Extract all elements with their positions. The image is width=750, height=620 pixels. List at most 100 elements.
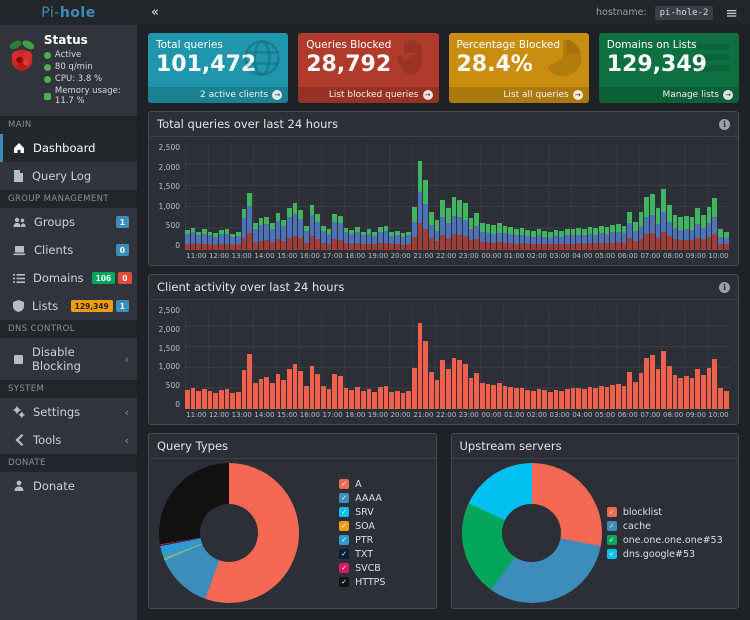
chart-bar[interactable] bbox=[627, 306, 632, 409]
info-icon[interactable]: i bbox=[719, 119, 730, 130]
chart-bar[interactable] bbox=[276, 143, 281, 250]
chart-bar[interactable] bbox=[616, 143, 621, 250]
legend-item[interactable]: ✓SOA bbox=[339, 521, 385, 532]
chart-bar[interactable] bbox=[435, 143, 440, 250]
chart-bar[interactable] bbox=[622, 143, 627, 250]
chart-bar[interactable] bbox=[712, 143, 717, 250]
chart-bar[interactable] bbox=[247, 143, 252, 250]
chart-bar[interactable] bbox=[191, 143, 196, 250]
chart-bar[interactable] bbox=[429, 306, 434, 409]
chart-bar[interactable] bbox=[599, 143, 604, 250]
sidebar-item-groups[interactable]: Groups 1 bbox=[0, 208, 137, 236]
chart-bar[interactable] bbox=[196, 143, 201, 250]
chart-bar[interactable] bbox=[605, 306, 610, 409]
chart-bar[interactable] bbox=[418, 306, 423, 409]
chart-bar[interactable] bbox=[412, 143, 417, 250]
chart-bar[interactable] bbox=[639, 143, 644, 250]
chart-bar[interactable] bbox=[565, 143, 570, 250]
chart-bar[interactable] bbox=[469, 306, 474, 409]
chart-bar[interactable] bbox=[520, 306, 525, 409]
chart-bar[interactable] bbox=[332, 143, 337, 250]
chart-bar[interactable] bbox=[202, 306, 207, 409]
chart-bar[interactable] bbox=[355, 306, 360, 409]
chart-bar[interactable] bbox=[491, 143, 496, 250]
manage-lists-link[interactable]: Manage lists→ bbox=[599, 87, 739, 103]
chart-bar[interactable] bbox=[213, 306, 218, 409]
legend-item[interactable]: ✓cache bbox=[607, 521, 723, 532]
chart-bar[interactable] bbox=[582, 143, 587, 250]
chart-bar[interactable] bbox=[349, 306, 354, 409]
chart-bar[interactable] bbox=[644, 143, 649, 250]
app-logo[interactable]: Pi-hole bbox=[0, 0, 137, 25]
chart-bar[interactable] bbox=[463, 306, 468, 409]
query-types-donut[interactable] bbox=[159, 463, 299, 603]
chart-bar[interactable] bbox=[395, 306, 400, 409]
chart-bar[interactable] bbox=[423, 306, 428, 409]
chart-bar[interactable] bbox=[270, 143, 275, 250]
sidebar-item-lists[interactable]: Lists 129,349 1 bbox=[0, 292, 137, 320]
chart-bar[interactable] bbox=[315, 306, 320, 409]
chart-bar[interactable] bbox=[503, 143, 508, 250]
chart-bar[interactable] bbox=[588, 306, 593, 409]
chart-bar[interactable] bbox=[724, 306, 729, 409]
chart-bar[interactable] bbox=[230, 143, 235, 250]
legend-item[interactable]: ✓A bbox=[339, 479, 385, 490]
chart-bar[interactable] bbox=[656, 306, 661, 409]
chart-bar[interactable] bbox=[327, 143, 332, 250]
chart-bar[interactable] bbox=[378, 143, 383, 250]
chart-bar[interactable] bbox=[474, 306, 479, 409]
chart-bar[interactable] bbox=[610, 143, 615, 250]
chart-bar[interactable] bbox=[384, 306, 389, 409]
chart-bar[interactable] bbox=[247, 306, 252, 409]
chart-bar[interactable] bbox=[446, 306, 451, 409]
chart-bar[interactable] bbox=[542, 143, 547, 250]
chart-bar[interactable] bbox=[718, 306, 723, 409]
active-clients-link[interactable]: 2 active clients→ bbox=[148, 87, 288, 103]
blocked-queries-link[interactable]: List blocked queries→ bbox=[298, 87, 438, 103]
chart-bar[interactable] bbox=[253, 143, 258, 250]
legend-item[interactable]: ✓TXT bbox=[339, 549, 385, 560]
chart-bar[interactable] bbox=[656, 143, 661, 250]
legend-item[interactable]: ✓dns.google#53 bbox=[607, 549, 723, 560]
chart-bar[interactable] bbox=[650, 306, 655, 409]
chart-bar[interactable] bbox=[191, 306, 196, 409]
chart-bar[interactable] bbox=[480, 306, 485, 409]
chart-bar[interactable] bbox=[616, 306, 621, 409]
chart-bar[interactable] bbox=[463, 143, 468, 250]
chart-bar[interactable] bbox=[406, 143, 411, 250]
chart-bar[interactable] bbox=[452, 306, 457, 409]
chart-bar[interactable] bbox=[429, 143, 434, 250]
chart-bar[interactable] bbox=[236, 306, 241, 409]
chart-bar[interactable] bbox=[389, 306, 394, 409]
chart-bar[interactable] bbox=[525, 306, 530, 409]
chart-bar[interactable] bbox=[588, 143, 593, 250]
chart-bar[interactable] bbox=[695, 306, 700, 409]
chart-bar[interactable] bbox=[401, 306, 406, 409]
chart-bar[interactable] bbox=[367, 306, 372, 409]
chart-bar[interactable] bbox=[276, 306, 281, 409]
chart-bar[interactable] bbox=[298, 143, 303, 250]
chart-bar[interactable] bbox=[497, 143, 502, 250]
chart-bar[interactable] bbox=[281, 306, 286, 409]
chart-bar[interactable] bbox=[531, 143, 536, 250]
chart-bar[interactable] bbox=[554, 143, 559, 250]
chart-bar[interactable] bbox=[537, 306, 542, 409]
chart-bar[interactable] bbox=[327, 306, 332, 409]
chart-bar[interactable] bbox=[219, 143, 224, 250]
legend-item[interactable]: ✓SVCB bbox=[339, 563, 385, 574]
chart-bar[interactable] bbox=[531, 306, 536, 409]
chart-bar[interactable] bbox=[355, 143, 360, 250]
chart-bar[interactable] bbox=[259, 143, 264, 250]
chart-bar[interactable] bbox=[474, 143, 479, 250]
chart-bar[interactable] bbox=[633, 306, 638, 409]
chart-bar[interactable] bbox=[367, 143, 372, 250]
upstream-servers-donut[interactable] bbox=[462, 463, 602, 603]
chart-bar[interactable] bbox=[486, 143, 491, 250]
chart-bar[interactable] bbox=[304, 143, 309, 250]
chart-bar[interactable] bbox=[298, 306, 303, 409]
sidebar-item-donate[interactable]: Donate bbox=[0, 472, 137, 500]
chart-bar[interactable] bbox=[661, 306, 666, 409]
chart-bar[interactable] bbox=[401, 143, 406, 250]
chart-bar[interactable] bbox=[196, 306, 201, 409]
chart-bar[interactable] bbox=[236, 143, 241, 250]
